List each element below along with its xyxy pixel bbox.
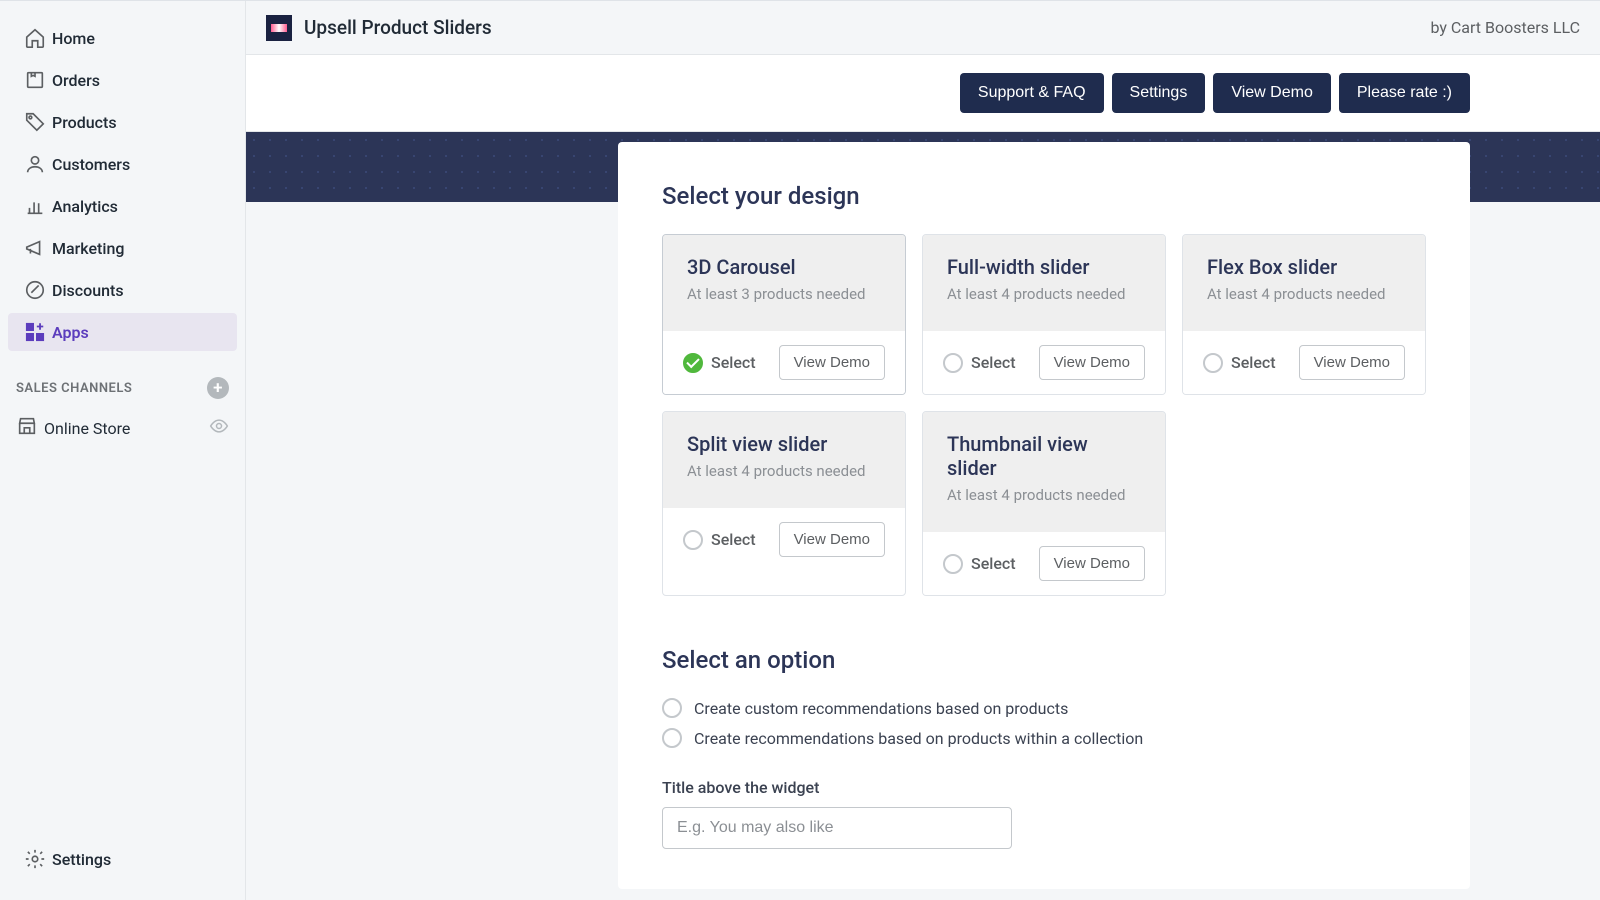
view-demo-button[interactable]: View Demo	[1299, 345, 1405, 380]
design-title: 3D Carousel	[687, 255, 881, 279]
support-button[interactable]: Support & FAQ	[960, 73, 1104, 113]
design-subtitle: At least 4 products needed	[947, 285, 1141, 303]
design-title: Full-width slider	[947, 255, 1141, 279]
design-title: Split view slider	[687, 432, 881, 456]
view-demo-button[interactable]: View Demo	[1039, 345, 1145, 380]
design-card-flex-box: Flex Box slider At least 4 products need…	[1182, 234, 1426, 395]
section-label: SALES CHANNELS	[16, 381, 132, 396]
nav-settings[interactable]: Settings	[8, 840, 237, 878]
design-subtitle: At least 4 products needed	[947, 486, 1141, 504]
design-heading: Select your design	[662, 182, 1426, 210]
radio-icon	[1203, 353, 1223, 373]
nav-analytics[interactable]: Analytics	[8, 187, 237, 225]
design-title: Flex Box slider	[1207, 255, 1401, 279]
select-label: Select	[971, 554, 1016, 573]
design-grid: 3D Carousel At least 3 products needed S…	[662, 234, 1426, 596]
nav-orders[interactable]: Orders	[8, 61, 237, 99]
nav-label: Customers	[52, 155, 130, 174]
rate-button[interactable]: Please rate :)	[1339, 73, 1470, 113]
nav-label: Orders	[52, 71, 100, 90]
action-bar: Support & FAQ Settings View Demo Please …	[246, 55, 1600, 132]
nav-label: Discounts	[52, 281, 124, 300]
view-demo-button[interactable]: View Demo	[1213, 73, 1331, 113]
design-subtitle: At least 4 products needed	[687, 462, 881, 480]
option-label: Create recommendations based on products…	[694, 729, 1143, 748]
app-byline: by Cart Boosters LLC	[1430, 18, 1580, 37]
widget-title-input[interactable]	[662, 807, 1012, 849]
design-card-split-view: Split view slider At least 4 products ne…	[662, 411, 906, 596]
nav-label: Marketing	[52, 239, 124, 258]
app-header: Upsell Product Sliders by Cart Boosters …	[246, 1, 1600, 55]
app-logo	[266, 15, 292, 41]
sales-channels-header: SALES CHANNELS +	[0, 369, 245, 407]
tag-icon	[24, 111, 52, 133]
nav-label: Settings	[52, 850, 111, 869]
chart-icon	[24, 195, 52, 217]
discount-icon	[24, 279, 52, 301]
nav-home[interactable]: Home	[8, 19, 237, 57]
design-subtitle: At least 4 products needed	[1207, 285, 1401, 303]
nav-label: Home	[52, 29, 95, 48]
option-label: Create custom recommendations based on p…	[694, 699, 1068, 718]
radio-icon	[943, 353, 963, 373]
nav-discounts[interactable]: Discounts	[8, 271, 237, 309]
radio-icon	[662, 728, 682, 748]
nav-apps[interactable]: Apps	[8, 313, 237, 351]
nav-label: Analytics	[52, 197, 118, 216]
select-label: Select	[711, 530, 756, 549]
select-label: Select	[971, 353, 1016, 372]
select-label: Select	[1231, 353, 1276, 372]
select-radio[interactable]: Select	[683, 530, 756, 550]
radio-checked-icon	[683, 353, 703, 373]
sidebar: Home Orders Products Customers Analytics…	[0, 1, 246, 900]
app-title: Upsell Product Sliders	[304, 16, 492, 39]
radio-icon	[943, 554, 963, 574]
design-subtitle: At least 3 products needed	[687, 285, 881, 303]
nav-customers[interactable]: Customers	[8, 145, 237, 183]
apps-icon	[24, 321, 52, 343]
option-collection[interactable]: Create recommendations based on products…	[662, 728, 1426, 748]
channel-online-store[interactable]: Online Store	[0, 407, 245, 449]
view-demo-button[interactable]: View Demo	[1039, 546, 1145, 581]
gear-icon	[24, 848, 52, 870]
channel-label: Online Store	[44, 419, 130, 438]
nav-products[interactable]: Products	[8, 103, 237, 141]
radio-icon	[683, 530, 703, 550]
person-icon	[24, 153, 52, 175]
megaphone-icon	[24, 237, 52, 259]
select-radio[interactable]: Select	[943, 353, 1016, 373]
select-radio[interactable]: Select	[1203, 353, 1276, 373]
select-radio[interactable]: Select	[683, 353, 756, 373]
design-title: Thumbnail view slider	[947, 432, 1141, 480]
settings-button[interactable]: Settings	[1112, 73, 1206, 113]
title-field-label: Title above the widget	[662, 778, 1426, 797]
store-icon	[16, 415, 44, 441]
orders-icon	[24, 69, 52, 91]
design-card-thumbnail-view: Thumbnail view slider At least 4 product…	[922, 411, 1166, 596]
radio-icon	[662, 698, 682, 718]
nav-label: Products	[52, 113, 117, 132]
options-heading: Select an option	[662, 646, 1426, 674]
view-demo-button[interactable]: View Demo	[779, 522, 885, 557]
view-demo-button[interactable]: View Demo	[779, 345, 885, 380]
main-card: Select your design 3D Carousel At least …	[618, 142, 1470, 889]
select-radio[interactable]: Select	[943, 554, 1016, 574]
add-channel-button[interactable]: +	[207, 377, 229, 399]
design-card-full-width: Full-width slider At least 4 products ne…	[922, 234, 1166, 395]
preview-store-button[interactable]	[209, 416, 229, 440]
design-card-3d-carousel: 3D Carousel At least 3 products needed S…	[662, 234, 906, 395]
option-custom-products[interactable]: Create custom recommendations based on p…	[662, 698, 1426, 718]
select-label: Select	[711, 353, 756, 372]
nav-label: Apps	[52, 323, 89, 342]
main: Upsell Product Sliders by Cart Boosters …	[246, 1, 1600, 900]
home-icon	[24, 27, 52, 49]
nav-marketing[interactable]: Marketing	[8, 229, 237, 267]
